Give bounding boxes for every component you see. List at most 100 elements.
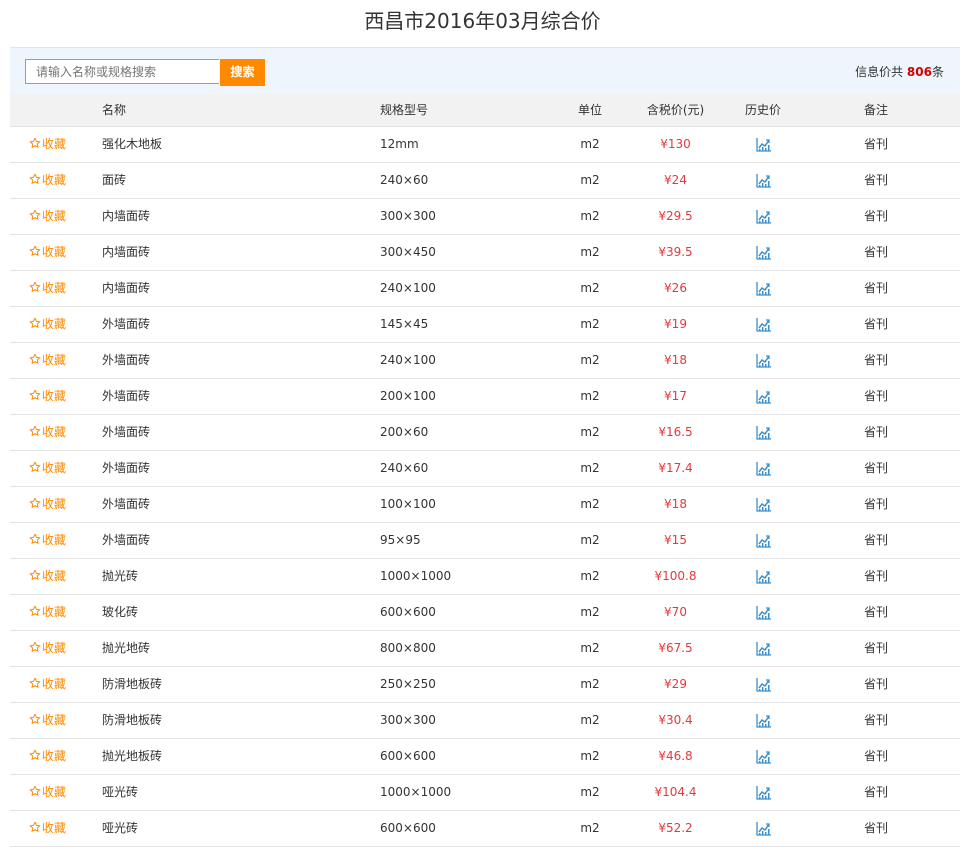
history-price-button[interactable] [743,811,783,846]
favorite-label: 收藏 [42,317,67,331]
favorite-button[interactable]: 收藏 [29,595,66,630]
favorite-button[interactable]: 收藏 [29,235,66,270]
favorite-button[interactable]: 收藏 [29,811,66,846]
history-price-button[interactable] [743,775,783,810]
history-price-button[interactable] [743,307,783,342]
row-spec: 200×60 [380,425,429,439]
row-price: ¥30.4 [658,713,693,727]
star-outline-icon [29,641,42,655]
history-price-button[interactable] [743,739,783,774]
history-price-button[interactable] [743,235,783,270]
row-price: ¥39.5 [658,245,693,259]
row-unit: m2 [580,605,600,619]
row-note: 省刊 [863,641,888,655]
search-button[interactable]: 搜索 [220,59,265,86]
favorite-label: 收藏 [42,533,67,547]
favorite-button[interactable]: 收藏 [29,343,66,378]
favorite-label: 收藏 [42,425,67,439]
history-price-button[interactable] [743,199,783,234]
row-note: 省刊 [863,245,888,259]
favorite-button[interactable]: 收藏 [29,127,66,162]
row-unit: m2 [580,713,600,727]
table-row: 收藏 哑光砖 600×600 m2 ¥52.2 省刊 [10,811,960,847]
favorite-button[interactable]: 收藏 [29,379,66,414]
trend-chart-icon [755,569,772,584]
history-price-button[interactable] [743,559,783,594]
trend-chart-icon [755,641,772,656]
favorite-button[interactable]: 收藏 [29,415,66,450]
row-name: 面砖 [102,173,127,187]
history-price-button[interactable] [743,595,783,630]
favorite-button[interactable]: 收藏 [29,559,66,594]
history-price-button[interactable] [743,523,783,558]
trend-chart-icon [755,533,772,548]
row-spec: 240×100 [380,353,436,367]
favorite-label: 收藏 [42,281,67,295]
table-row: 收藏 强化木地板 12mm m2 ¥130 省刊 [10,127,960,163]
row-name: 内墙面砖 [102,281,151,295]
favorite-label: 收藏 [42,245,67,259]
info-count: 信息价共 806条 [855,63,944,80]
row-name: 外墙面砖 [102,425,151,439]
history-price-button[interactable] [743,127,783,162]
table-row: 收藏 抛光砖 1000×1000 m2 ¥100.8 省刊 [10,559,960,595]
favorite-button[interactable]: 收藏 [29,451,66,486]
search-input[interactable] [25,59,219,84]
row-spec: 95×95 [380,533,421,547]
search-bar: 搜索 信息价共 806条 [10,47,960,94]
row-price: ¥18 [664,497,687,511]
favorite-button[interactable]: 收藏 [29,271,66,306]
history-price-button[interactable] [743,379,783,414]
row-note: 省刊 [863,281,888,295]
favorite-button[interactable]: 收藏 [29,487,66,522]
favorite-button[interactable]: 收藏 [29,307,66,342]
history-price-button[interactable] [743,415,783,450]
history-price-button[interactable] [743,343,783,378]
row-price: ¥100.8 [654,569,697,583]
table-row: 收藏 哑光砖 1000×1000 m2 ¥104.4 省刊 [10,775,960,811]
history-price-button[interactable] [743,451,783,486]
history-price-button[interactable] [743,163,783,198]
row-unit: m2 [580,749,600,763]
row-unit: m2 [580,461,600,475]
row-price: ¥104.4 [654,785,697,799]
page-title: 西昌市2016年03月综合价 [364,9,601,33]
table-row: 收藏 抛光地砖 800×800 m2 ¥67.5 省刊 [10,631,960,667]
info-count-number: 806 [906,65,932,79]
favorite-button[interactable]: 收藏 [29,523,66,558]
row-name: 外墙面砖 [102,353,151,367]
row-note: 省刊 [863,785,888,799]
row-note: 省刊 [863,353,888,367]
history-price-button[interactable] [743,487,783,522]
row-spec: 240×100 [380,281,436,295]
favorite-button[interactable]: 收藏 [29,163,66,198]
table-row: 收藏 外墙面砖 240×60 m2 ¥17.4 省刊 [10,451,960,487]
history-price-button[interactable] [743,703,783,738]
favorite-button[interactable]: 收藏 [29,703,66,738]
trend-chart-icon [755,497,772,512]
row-note: 省刊 [863,533,888,547]
row-name: 外墙面砖 [102,461,151,475]
favorite-button[interactable]: 收藏 [29,199,66,234]
favorite-label: 收藏 [42,461,67,475]
row-name: 外墙面砖 [102,533,151,547]
row-spec: 12mm [380,137,419,151]
history-price-button[interactable] [743,631,783,666]
favorite-label: 收藏 [42,353,67,367]
history-price-button[interactable] [743,667,783,702]
trend-chart-icon [755,245,772,260]
row-spec: 600×600 [380,821,436,835]
favorite-label: 收藏 [42,173,67,187]
favorite-button[interactable]: 收藏 [29,667,66,702]
row-note: 省刊 [863,749,888,763]
row-name: 抛光地砖 [102,641,151,655]
favorite-button[interactable]: 收藏 [29,739,66,774]
favorite-label: 收藏 [42,389,67,403]
favorite-button[interactable]: 收藏 [29,631,66,666]
row-spec: 600×600 [380,749,436,763]
row-price: ¥16.5 [658,425,693,439]
row-unit: m2 [580,281,600,295]
row-price: ¥29.5 [658,209,693,223]
history-price-button[interactable] [743,271,783,306]
favorite-button[interactable]: 收藏 [29,775,66,810]
